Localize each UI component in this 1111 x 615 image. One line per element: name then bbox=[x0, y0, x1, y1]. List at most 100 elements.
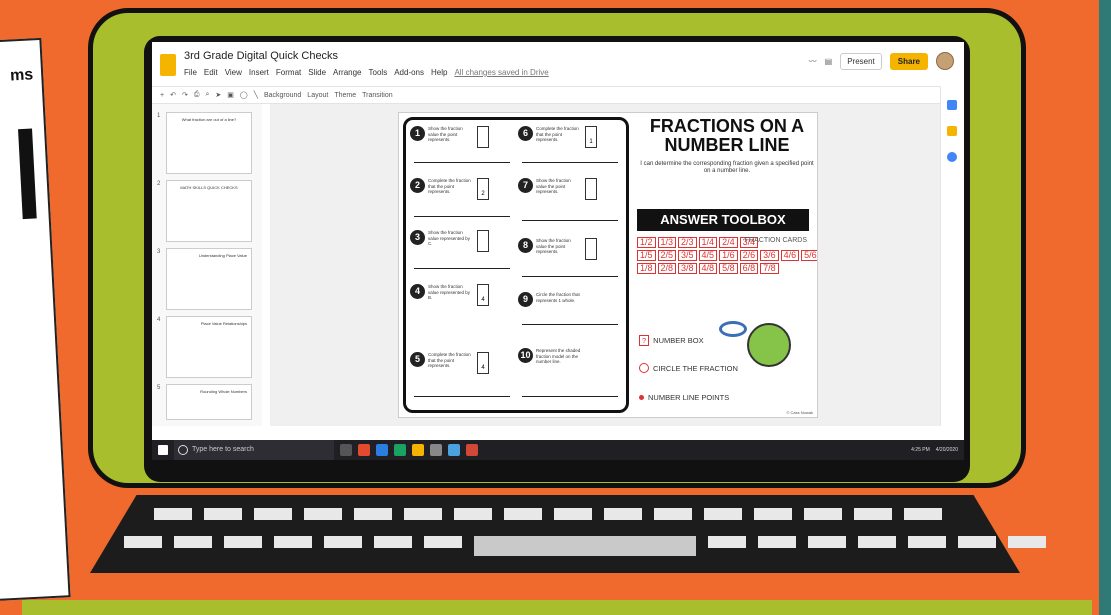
tray-time[interactable]: 4:25 PM bbox=[911, 447, 930, 453]
file-explorer-icon[interactable] bbox=[376, 444, 388, 456]
fraction-card[interactable]: 1/4 bbox=[698, 237, 718, 248]
question-number: 1 bbox=[410, 126, 425, 141]
fraction-card[interactable]: 1/5 bbox=[637, 250, 656, 261]
slide-thumbnail[interactable]: 5 Rounding Whole Numbers bbox=[157, 384, 252, 420]
fraction-card[interactable]: 2/5 bbox=[657, 250, 677, 261]
key bbox=[504, 508, 542, 520]
add-icon[interactable]: + bbox=[160, 92, 164, 99]
toolbar-transition[interactable]: Transition bbox=[362, 92, 392, 99]
windows-start-icon[interactable] bbox=[158, 445, 168, 455]
select-icon[interactable]: ➤ bbox=[215, 91, 221, 99]
fraction-card[interactable]: 4/8 bbox=[698, 263, 718, 274]
slide-thumbnail[interactable]: 2 MATH SKILLS QUICK CHECKS bbox=[157, 180, 252, 242]
menu-view[interactable]: View bbox=[225, 68, 242, 77]
question-number: 7 bbox=[518, 178, 533, 193]
thumbnail-label: Rounding Whole Numbers bbox=[200, 389, 247, 394]
line-icon[interactable]: ╲ bbox=[254, 91, 258, 99]
menu-insert[interactable]: Insert bbox=[249, 68, 269, 77]
fraction-card[interactable]: 2/8 bbox=[657, 263, 677, 274]
textbox-icon[interactable]: ▣ bbox=[227, 91, 234, 99]
store-icon[interactable] bbox=[394, 444, 406, 456]
answer-box[interactable]: 4 bbox=[477, 352, 489, 374]
menu-file[interactable]: File bbox=[184, 68, 197, 77]
menu-help[interactable]: Help bbox=[431, 68, 447, 77]
question-text: Complete the fraction that the point rep… bbox=[428, 352, 471, 368]
undo-icon[interactable]: ↶ bbox=[170, 91, 176, 99]
fraction-card[interactable]: 2/6 bbox=[739, 250, 759, 261]
tasks-icon[interactable] bbox=[947, 152, 957, 162]
fraction-card[interactable]: 1/2 bbox=[637, 237, 656, 248]
question-number: 6 bbox=[518, 126, 533, 141]
fraction-card[interactable]: 1/3 bbox=[657, 237, 677, 248]
answer-box[interactable] bbox=[477, 126, 489, 148]
app-icon[interactable] bbox=[466, 444, 478, 456]
calculator-icon[interactable] bbox=[430, 444, 442, 456]
paper-title-fragment: ms bbox=[9, 66, 34, 85]
fraction-card[interactable]: 2/3 bbox=[678, 237, 697, 248]
fraction-card[interactable]: 4/6 bbox=[780, 250, 800, 261]
app-icon[interactable] bbox=[448, 444, 460, 456]
fraction-card[interactable]: 4/5 bbox=[698, 250, 718, 261]
avatar[interactable] bbox=[936, 52, 954, 70]
sticky-notes-icon[interactable] bbox=[412, 444, 424, 456]
save-status[interactable]: All changes saved in Drive bbox=[454, 68, 548, 77]
fraction-card[interactable]: 3/5 bbox=[678, 250, 697, 261]
thumbnail-number: 5 bbox=[157, 385, 161, 391]
fraction-card[interactable]: 2/4 bbox=[719, 237, 738, 248]
share-button[interactable]: Share bbox=[889, 52, 928, 70]
toolbar-background[interactable]: Background bbox=[264, 92, 301, 99]
activity-icon[interactable]: 〰 bbox=[809, 56, 817, 67]
answer-box[interactable]: 2 bbox=[477, 178, 489, 200]
fraction-card[interactable]: 1/8 bbox=[637, 263, 656, 274]
menu-arrange[interactable]: Arrange bbox=[333, 68, 361, 77]
question-9: 9 Circle the fraction that represents 1 … bbox=[518, 292, 582, 307]
fraction-card[interactable]: 5/6 bbox=[801, 250, 817, 261]
comment-icon[interactable]: ▤ bbox=[825, 57, 833, 66]
redo-icon[interactable]: ↷ bbox=[182, 91, 188, 99]
taskbar-search[interactable]: Type here to search bbox=[174, 440, 334, 460]
answer-box[interactable] bbox=[477, 230, 489, 252]
slide-credit: © Cass Nowak bbox=[786, 410, 813, 415]
key bbox=[374, 536, 412, 548]
answer-box[interactable] bbox=[585, 178, 597, 200]
shape-icon[interactable]: ◯ bbox=[240, 91, 248, 99]
fraction-card[interactable]: 6/8 bbox=[739, 263, 759, 274]
menu-addons[interactable]: Add-ons bbox=[394, 68, 424, 77]
answer-box[interactable] bbox=[585, 238, 597, 260]
print-icon[interactable]: ⎙ bbox=[194, 91, 200, 99]
fraction-card[interactable]: 7/8 bbox=[760, 263, 779, 274]
document-title[interactable]: 3rd Grade Digital Quick Checks bbox=[184, 50, 338, 62]
fraction-card[interactable]: 1/6 bbox=[719, 250, 738, 261]
key bbox=[154, 508, 192, 520]
slide-canvas-area[interactable]: 1 Show the fraction value the point repr… bbox=[270, 104, 940, 426]
menu-edit[interactable]: Edit bbox=[204, 68, 218, 77]
slide-thumbnail[interactable]: 3 Understanding Place Value bbox=[157, 248, 252, 310]
slide-subtitle: I can determine the corresponding fracti… bbox=[640, 161, 814, 174]
menu-slide[interactable]: Slide bbox=[308, 68, 326, 77]
menu-tools[interactable]: Tools bbox=[369, 68, 388, 77]
calendar-icon[interactable] bbox=[947, 100, 957, 110]
current-slide[interactable]: 1 Show the fraction value the point repr… bbox=[398, 112, 818, 418]
fraction-card[interactable]: 3/8 bbox=[678, 263, 697, 274]
keep-icon[interactable] bbox=[947, 126, 957, 136]
key bbox=[904, 508, 942, 520]
task-view-icon[interactable] bbox=[340, 444, 352, 456]
answer-box[interactable]: 4 bbox=[477, 284, 489, 306]
answer-box[interactable]: 1 bbox=[585, 126, 597, 148]
tray-date[interactable]: 4/20/2020 bbox=[936, 447, 958, 453]
key bbox=[908, 536, 946, 548]
slide-thumbnail[interactable]: 1 What fraction are out of a line? bbox=[157, 112, 252, 174]
menu-format[interactable]: Format bbox=[276, 68, 301, 77]
present-button[interactable]: Present bbox=[840, 52, 882, 70]
number-line bbox=[414, 268, 510, 269]
fraction-card[interactable]: 5/8 bbox=[719, 263, 738, 274]
slide-thumbnails-panel: 1 What fraction are out of a line? 2 MAT… bbox=[152, 104, 262, 426]
slide-thumbnail[interactable]: 4 Place Value Relationships bbox=[157, 316, 252, 378]
mascot-ball-icon bbox=[747, 323, 791, 367]
zoom-icon[interactable]: ⌕ bbox=[205, 91, 209, 99]
fraction-card[interactable]: 3/6 bbox=[760, 250, 779, 261]
toolbar-layout[interactable]: Layout bbox=[307, 92, 328, 99]
toolbar-theme[interactable]: Theme bbox=[334, 92, 356, 99]
chrome-icon[interactable] bbox=[358, 444, 370, 456]
key bbox=[124, 536, 162, 548]
